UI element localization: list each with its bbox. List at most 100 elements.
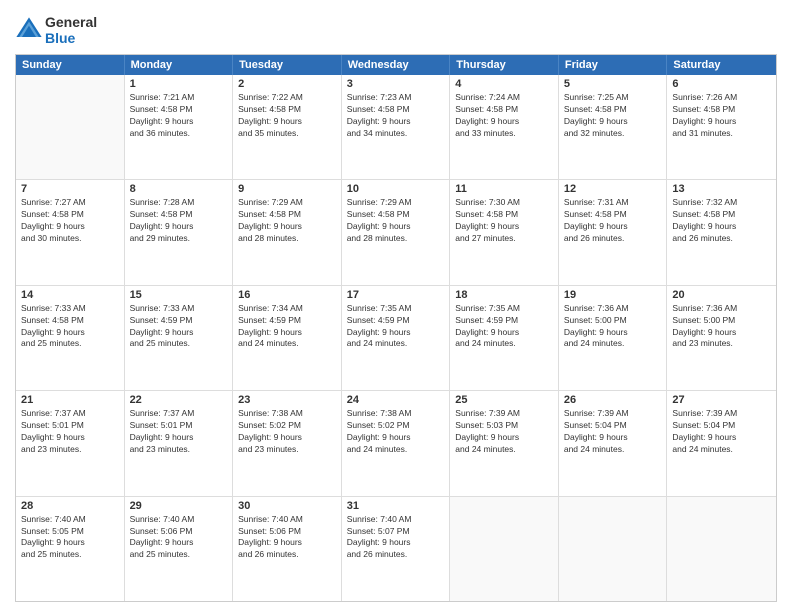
week-row-2: 7 Sunrise: 7:27 AM Sunset: 4:58 PM Daylig… — [16, 180, 776, 285]
day-cell: 14 Sunrise: 7:33 AM Sunset: 4:58 PM Dayli… — [16, 286, 125, 390]
calendar: SundayMondayTuesdayWednesdayThursdayFrid… — [15, 54, 777, 602]
day-info: Sunrise: 7:39 AM Sunset: 5:04 PM Dayligh… — [672, 408, 771, 456]
week-row-3: 14 Sunrise: 7:33 AM Sunset: 4:58 PM Dayli… — [16, 286, 776, 391]
day-number: 6 — [672, 78, 771, 90]
day-number: 17 — [347, 289, 445, 301]
day-cell: 24Sunrise: 7:38 AM Sunset: 5:02 PM Dayli… — [342, 391, 451, 495]
day-cell: 4 Sunrise: 7:24 AM Sunset: 4:58 PM Daylig… — [450, 75, 559, 179]
day-info: Sunrise: 7:29 AM Sunset: 4:58 PM Dayligh… — [238, 197, 336, 245]
day-cell: 9 Sunrise: 7:29 AM Sunset: 4:58 PM Daylig… — [233, 180, 342, 284]
day-info: Sunrise: 7:40 AM Sunset: 5:06 PM Dayligh… — [130, 514, 228, 562]
day-info: Sunrise: 7:40 AM Sunset: 5:05 PM Dayligh… — [21, 514, 119, 562]
day-number: 25 — [455, 394, 553, 406]
day-cell: 12Sunrise: 7:31 AM Sunset: 4:58 PM Dayli… — [559, 180, 668, 284]
day-info: Sunrise: 7:23 AM Sunset: 4:58 PM Dayligh… — [347, 92, 445, 140]
day-info: Sunrise: 7:35 AM Sunset: 4:59 PM Dayligh… — [455, 303, 553, 351]
day-info: Sunrise: 7:33 AM Sunset: 4:58 PM Dayligh… — [21, 303, 119, 351]
day-number: 26 — [564, 394, 662, 406]
day-cell: 19Sunrise: 7:36 AM Sunset: 5:00 PM Dayli… — [559, 286, 668, 390]
day-header-thursday: Thursday — [450, 55, 559, 75]
day-number: 18 — [455, 289, 553, 301]
week-row-1: 1Sunrise: 7:21 AM Sunset: 4:58 PM Daylig… — [16, 75, 776, 180]
day-number: 14 — [21, 289, 119, 301]
week-row-4: 21 Sunrise: 7:37 AM Sunset: 5:01 PM Dayli… — [16, 391, 776, 496]
day-cell: 29 Sunrise: 7:40 AM Sunset: 5:06 PM Dayli… — [125, 497, 234, 601]
day-number: 12 — [564, 183, 662, 195]
day-number: 24 — [347, 394, 445, 406]
day-info: Sunrise: 7:34 AM Sunset: 4:59 PM Dayligh… — [238, 303, 336, 351]
day-number: 10 — [347, 183, 445, 195]
day-cell: 5 Sunrise: 7:25 AM Sunset: 4:58 PM Daylig… — [559, 75, 668, 179]
day-info: Sunrise: 7:30 AM Sunset: 4:58 PM Dayligh… — [455, 197, 553, 245]
day-info: Sunrise: 7:33 AM Sunset: 4:59 PM Dayligh… — [130, 303, 228, 351]
day-header-friday: Friday — [559, 55, 668, 75]
day-number: 4 — [455, 78, 553, 90]
day-number: 11 — [455, 183, 553, 195]
day-header-saturday: Saturday — [667, 55, 776, 75]
day-header-tuesday: Tuesday — [233, 55, 342, 75]
day-number: 21 — [21, 394, 119, 406]
logo-text: General Blue — [45, 14, 97, 46]
day-cell: 23Sunrise: 7:38 AM Sunset: 5:02 PM Dayli… — [233, 391, 342, 495]
day-cell: 18 Sunrise: 7:35 AM Sunset: 4:59 PM Dayli… — [450, 286, 559, 390]
day-number: 28 — [21, 500, 119, 512]
day-number: 8 — [130, 183, 228, 195]
day-cell: 16Sunrise: 7:34 AM Sunset: 4:59 PM Dayli… — [233, 286, 342, 390]
day-cell: 25 Sunrise: 7:39 AM Sunset: 5:03 PM Dayli… — [450, 391, 559, 495]
day-cell: 1Sunrise: 7:21 AM Sunset: 4:58 PM Daylig… — [125, 75, 234, 179]
day-cell: 7 Sunrise: 7:27 AM Sunset: 4:58 PM Daylig… — [16, 180, 125, 284]
logo: General Blue — [15, 14, 97, 46]
day-cell: 31Sunrise: 7:40 AM Sunset: 5:07 PM Dayli… — [342, 497, 451, 601]
day-info: Sunrise: 7:28 AM Sunset: 4:58 PM Dayligh… — [130, 197, 228, 245]
day-number: 31 — [347, 500, 445, 512]
day-cell: 10 Sunrise: 7:29 AM Sunset: 4:58 PM Dayli… — [342, 180, 451, 284]
day-cell: 15Sunrise: 7:33 AM Sunset: 4:59 PM Dayli… — [125, 286, 234, 390]
day-number: 1 — [130, 78, 228, 90]
day-cell: 20 Sunrise: 7:36 AM Sunset: 5:00 PM Dayli… — [667, 286, 776, 390]
day-info: Sunrise: 7:40 AM Sunset: 5:06 PM Dayligh… — [238, 514, 336, 562]
day-info: Sunrise: 7:27 AM Sunset: 4:58 PM Dayligh… — [21, 197, 119, 245]
day-cell — [16, 75, 125, 179]
day-cell: 13Sunrise: 7:32 AM Sunset: 4:58 PM Dayli… — [667, 180, 776, 284]
day-number: 22 — [130, 394, 228, 406]
day-number: 5 — [564, 78, 662, 90]
day-cell: 26 Sunrise: 7:39 AM Sunset: 5:04 PM Dayli… — [559, 391, 668, 495]
day-cell — [450, 497, 559, 601]
day-cell — [559, 497, 668, 601]
day-cell: 3 Sunrise: 7:23 AM Sunset: 4:58 PM Daylig… — [342, 75, 451, 179]
day-info: Sunrise: 7:29 AM Sunset: 4:58 PM Dayligh… — [347, 197, 445, 245]
day-info: Sunrise: 7:38 AM Sunset: 5:02 PM Dayligh… — [238, 408, 336, 456]
day-cell — [667, 497, 776, 601]
day-info: Sunrise: 7:39 AM Sunset: 5:03 PM Dayligh… — [455, 408, 553, 456]
day-info: Sunrise: 7:36 AM Sunset: 5:00 PM Dayligh… — [672, 303, 771, 351]
day-header-sunday: Sunday — [16, 55, 125, 75]
day-number: 29 — [130, 500, 228, 512]
day-number: 9 — [238, 183, 336, 195]
day-number: 30 — [238, 500, 336, 512]
week-row-5: 28 Sunrise: 7:40 AM Sunset: 5:05 PM Dayli… — [16, 497, 776, 601]
day-info: Sunrise: 7:24 AM Sunset: 4:58 PM Dayligh… — [455, 92, 553, 140]
day-number: 3 — [347, 78, 445, 90]
day-headers: SundayMondayTuesdayWednesdayThursdayFrid… — [16, 55, 776, 75]
day-info: Sunrise: 7:22 AM Sunset: 4:58 PM Dayligh… — [238, 92, 336, 140]
day-cell: 28 Sunrise: 7:40 AM Sunset: 5:05 PM Dayli… — [16, 497, 125, 601]
day-info: Sunrise: 7:35 AM Sunset: 4:59 PM Dayligh… — [347, 303, 445, 351]
day-cell: 2 Sunrise: 7:22 AM Sunset: 4:58 PM Daylig… — [233, 75, 342, 179]
day-info: Sunrise: 7:37 AM Sunset: 5:01 PM Dayligh… — [130, 408, 228, 456]
day-info: Sunrise: 7:37 AM Sunset: 5:01 PM Dayligh… — [21, 408, 119, 456]
day-cell: 27Sunrise: 7:39 AM Sunset: 5:04 PM Dayli… — [667, 391, 776, 495]
day-cell: 21 Sunrise: 7:37 AM Sunset: 5:01 PM Dayli… — [16, 391, 125, 495]
day-number: 19 — [564, 289, 662, 301]
day-number: 7 — [21, 183, 119, 195]
day-info: Sunrise: 7:25 AM Sunset: 4:58 PM Dayligh… — [564, 92, 662, 140]
day-number: 2 — [238, 78, 336, 90]
day-cell: 8 Sunrise: 7:28 AM Sunset: 4:58 PM Daylig… — [125, 180, 234, 284]
day-header-wednesday: Wednesday — [342, 55, 451, 75]
day-cell: 30 Sunrise: 7:40 AM Sunset: 5:06 PM Dayli… — [233, 497, 342, 601]
day-info: Sunrise: 7:39 AM Sunset: 5:04 PM Dayligh… — [564, 408, 662, 456]
day-number: 13 — [672, 183, 771, 195]
day-number: 20 — [672, 289, 771, 301]
day-cell: 6Sunrise: 7:26 AM Sunset: 4:58 PM Daylig… — [667, 75, 776, 179]
day-cell: 11 Sunrise: 7:30 AM Sunset: 4:58 PM Dayli… — [450, 180, 559, 284]
header: General Blue — [15, 10, 777, 46]
